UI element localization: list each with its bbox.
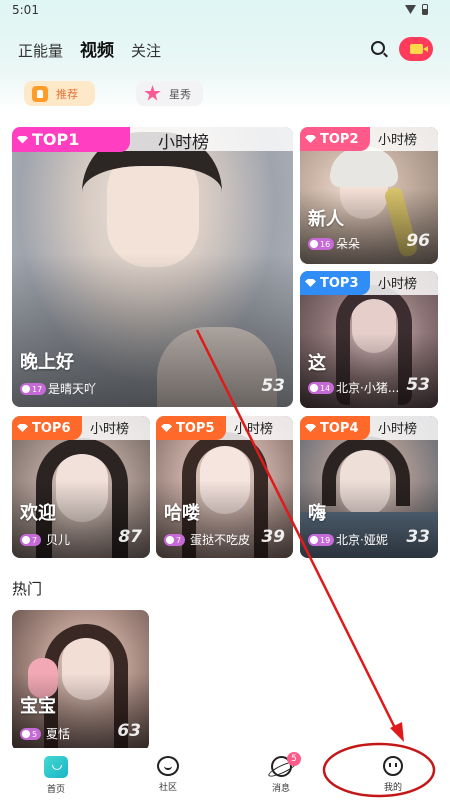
tab-positive-energy[interactable]: 正能量 xyxy=(18,40,63,61)
battery-icon xyxy=(422,4,428,15)
level-badge: 19 xyxy=(308,534,335,546)
status-time: 5:01 xyxy=(12,3,39,17)
annotation-arrowhead xyxy=(390,722,404,742)
host-name: 是晴天吖 xyxy=(48,382,97,396)
rank-label: TOP4 xyxy=(320,420,359,436)
diamond-icon xyxy=(305,279,316,287)
card-title: 新人 xyxy=(308,209,344,230)
card-title: 宝宝 xyxy=(20,696,56,717)
host-name: 朵朵 xyxy=(336,237,361,251)
tab-video[interactable]: 视频 xyxy=(80,36,114,61)
rank-label: TOP1 xyxy=(32,130,80,149)
rank-label: TOP5 xyxy=(176,420,215,436)
host-name: 北京·小猪... xyxy=(336,381,400,395)
status-bar: 5:01 xyxy=(0,0,450,22)
search-button[interactable] xyxy=(368,38,390,60)
chip-star-show-label: 星秀 xyxy=(169,87,191,101)
card-title: 哈喽 xyxy=(164,503,200,524)
diamond-icon xyxy=(17,135,28,144)
home-icon xyxy=(44,756,68,778)
chat-bubble-icon xyxy=(157,756,179,776)
rank-tag: TOP2 xyxy=(300,127,370,151)
hourly-board-label: 小时榜 xyxy=(378,422,418,437)
unread-count-badge: 5 xyxy=(287,752,301,766)
viewer-count: 33 xyxy=(406,527,430,547)
diamond-icon xyxy=(305,135,316,143)
nav-community-label: 社区 xyxy=(158,783,177,793)
level-badge: 5 xyxy=(20,728,42,740)
viewer-count: 53 xyxy=(261,376,285,396)
diamond-icon xyxy=(305,424,316,432)
diamond-icon xyxy=(161,424,172,432)
viewer-count: 39 xyxy=(261,527,285,547)
hourly-board-label: 小时榜 xyxy=(90,422,130,437)
section-title-hot: 热门 xyxy=(12,580,43,598)
hourly-board-label: 小时榜 xyxy=(378,277,418,292)
level-badge: 7 xyxy=(164,534,186,546)
nav-community[interactable]: 社区 xyxy=(138,756,198,793)
nav-messages-label: 消息 xyxy=(271,784,290,794)
nav-home-label: 首页 xyxy=(46,785,65,795)
go-live-button[interactable] xyxy=(399,37,433,61)
chip-recommend-label: 推荐 xyxy=(56,87,78,101)
nav-mine[interactable]: 我的 xyxy=(363,756,423,793)
rank-tag: TOP3 xyxy=(300,271,370,295)
host-name: 蛋挞不吃皮 xyxy=(190,533,251,547)
host-name: 夏恬 xyxy=(46,727,71,741)
level-badge: 14 xyxy=(308,382,335,394)
rank-tag: TOP5 xyxy=(156,416,226,440)
live-card-top2[interactable]: TOP2 小时榜 新人 16 朵朵 96 xyxy=(300,127,438,264)
smiley-face-icon xyxy=(383,756,403,776)
bottom-nav: 首页 社区 5 消息 我的 xyxy=(0,748,450,800)
level-badge: 17 xyxy=(20,383,47,395)
rank-label: TOP2 xyxy=(320,131,359,147)
viewer-count: 96 xyxy=(406,231,430,251)
card-title: 晚上好 xyxy=(20,352,74,373)
host-name: 贝儿 xyxy=(46,533,71,547)
wifi-icon xyxy=(405,5,416,14)
card-title: 欢迎 xyxy=(20,503,56,524)
diamond-icon xyxy=(17,424,28,432)
viewer-count: 87 xyxy=(118,527,142,547)
hourly-board-label: 小时榜 xyxy=(234,422,274,437)
live-card-top4[interactable]: TOP4 小时榜 嗨 19 北京·娅妮 33 xyxy=(300,416,438,558)
hot-live-card[interactable]: 宝宝 5 夏恬 63 xyxy=(12,610,149,751)
viewer-count: 63 xyxy=(117,721,141,741)
rank-label: TOP3 xyxy=(320,275,359,291)
rank-tag: TOP6 xyxy=(12,416,82,440)
star-icon xyxy=(144,85,161,101)
live-card-top3[interactable]: TOP3 小时榜 这 14 北京·小猪... 53 xyxy=(300,271,438,408)
tab-follow[interactable]: 关注 xyxy=(131,40,161,61)
rank-tag: TOP1 xyxy=(12,127,130,152)
live-card-top1[interactable]: TOP1 小时榜 晚上好 17 是晴天吖 53 xyxy=(12,127,293,407)
live-card-top5[interactable]: TOP5 小时榜 哈喽 7 蛋挞不吃皮 39 xyxy=(156,416,293,558)
level-badge: 7 xyxy=(20,534,42,546)
nav-home[interactable]: 首页 xyxy=(26,756,86,795)
nav-messages[interactable]: 5 消息 xyxy=(251,752,311,794)
card-title: 嗨 xyxy=(308,503,326,524)
nav-mine-label: 我的 xyxy=(383,783,402,793)
hourly-board-label: 小时榜 xyxy=(158,133,209,153)
rank-label: TOP6 xyxy=(32,420,71,436)
thumbs-up-icon xyxy=(32,85,48,102)
host-name: 北京·娅妮 xyxy=(336,533,388,547)
level-badge: 16 xyxy=(308,238,335,250)
card-title: 这 xyxy=(308,353,326,374)
video-camera-icon xyxy=(409,44,428,54)
chip-star-show[interactable]: 星秀 xyxy=(136,81,203,106)
rank-tag: TOP4 xyxy=(300,416,370,440)
viewer-count: 53 xyxy=(406,375,430,395)
chip-recommend[interactable]: 推荐 xyxy=(24,81,95,106)
live-card-top6[interactable]: TOP6 小时榜 欢迎 7 贝儿 87 xyxy=(12,416,150,558)
hourly-board-label: 小时榜 xyxy=(378,133,418,148)
top-nav: 正能量 视频 关注 xyxy=(18,36,161,61)
status-icons xyxy=(405,4,428,15)
